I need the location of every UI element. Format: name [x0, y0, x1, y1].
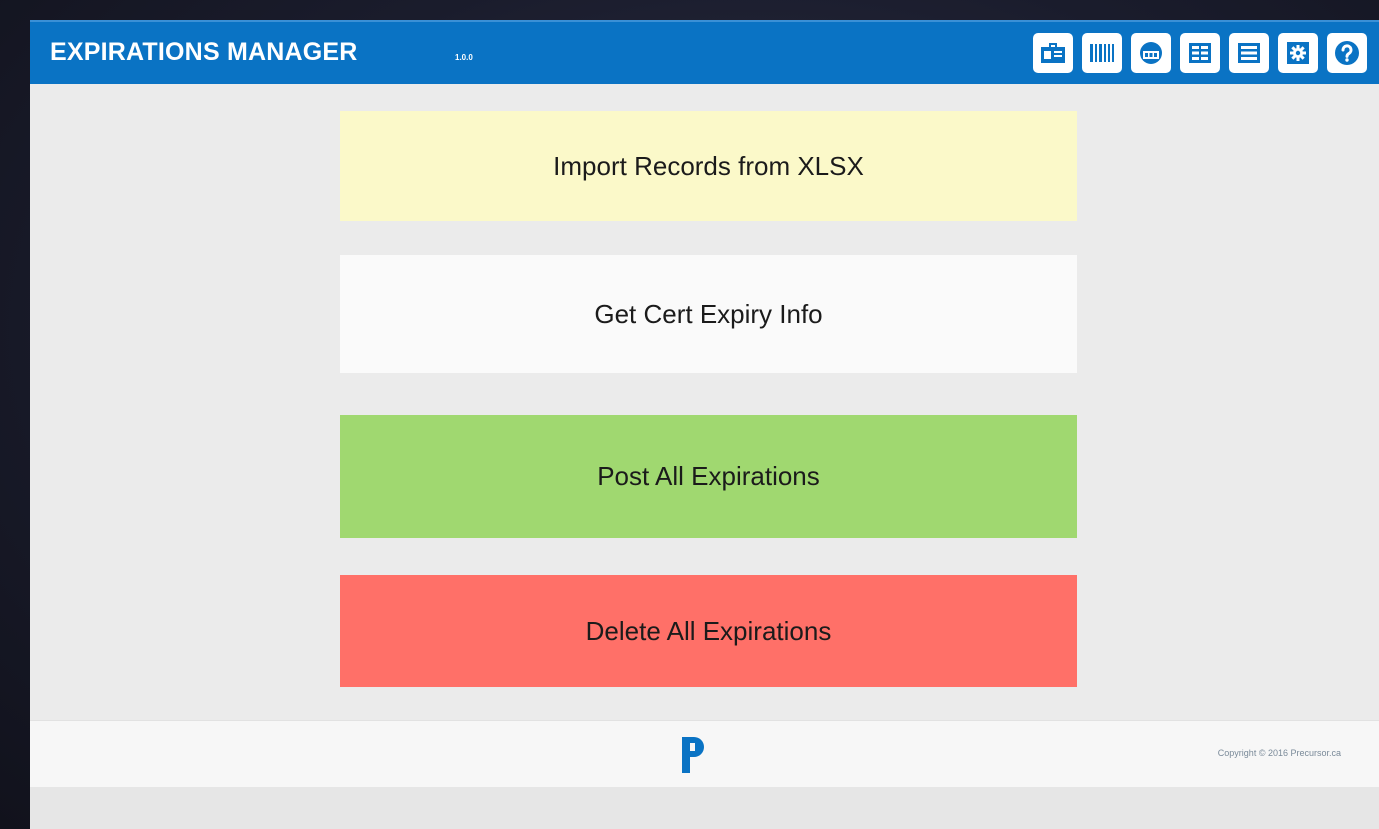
- settings-button[interactable]: [1278, 33, 1318, 73]
- precursor-logo[interactable]: [680, 735, 706, 775]
- main-content: Import Records from XLSX Get Cert Expiry…: [30, 84, 1379, 720]
- tape-drive-button[interactable]: [1131, 33, 1171, 73]
- gear-icon: [1287, 42, 1309, 64]
- post-all-expirations-label: Post All Expirations: [597, 461, 820, 491]
- toolbar: [1033, 33, 1367, 73]
- help-button[interactable]: [1327, 33, 1367, 73]
- id-card-icon: [1041, 43, 1065, 63]
- barcode-button[interactable]: [1082, 33, 1122, 73]
- app-version: 1.0.0: [455, 53, 473, 62]
- grid-view-icon: [1189, 43, 1211, 63]
- id-card-button[interactable]: [1033, 33, 1073, 73]
- import-xlsx-button[interactable]: Import Records from XLSX: [340, 111, 1077, 221]
- get-cert-expiry-button[interactable]: Get Cert Expiry Info: [340, 255, 1077, 373]
- list-view-button[interactable]: [1229, 33, 1269, 73]
- list-view-icon: [1238, 43, 1260, 63]
- import-xlsx-label: Import Records from XLSX: [553, 150, 864, 181]
- title-bar: EXPIRATIONS MANAGER 1.0.0: [30, 20, 1379, 84]
- delete-all-expirations-label: Delete All Expirations: [585, 615, 832, 646]
- app-title: EXPIRATIONS MANAGER: [50, 38, 358, 66]
- tape-drive-icon: [1140, 42, 1162, 64]
- post-all-expirations-button[interactable]: Post All Expirations: [340, 415, 1077, 538]
- grid-view-button[interactable]: [1180, 33, 1220, 73]
- copyright-text: Copyright © 2016 Precursor.ca: [1217, 748, 1341, 758]
- footer: Copyright © 2016 Precursor.ca: [30, 720, 1379, 788]
- get-cert-expiry-label: Get Cert Expiry Info: [594, 298, 823, 329]
- app-window: EXPIRATIONS MANAGER 1.0.0 Import Records…: [30, 20, 1379, 829]
- delete-all-expirations-button[interactable]: Delete All Expirations: [340, 575, 1077, 687]
- help-icon: [1335, 41, 1359, 65]
- barcode-icon: [1090, 44, 1114, 62]
- bottom-strip: [30, 787, 1379, 829]
